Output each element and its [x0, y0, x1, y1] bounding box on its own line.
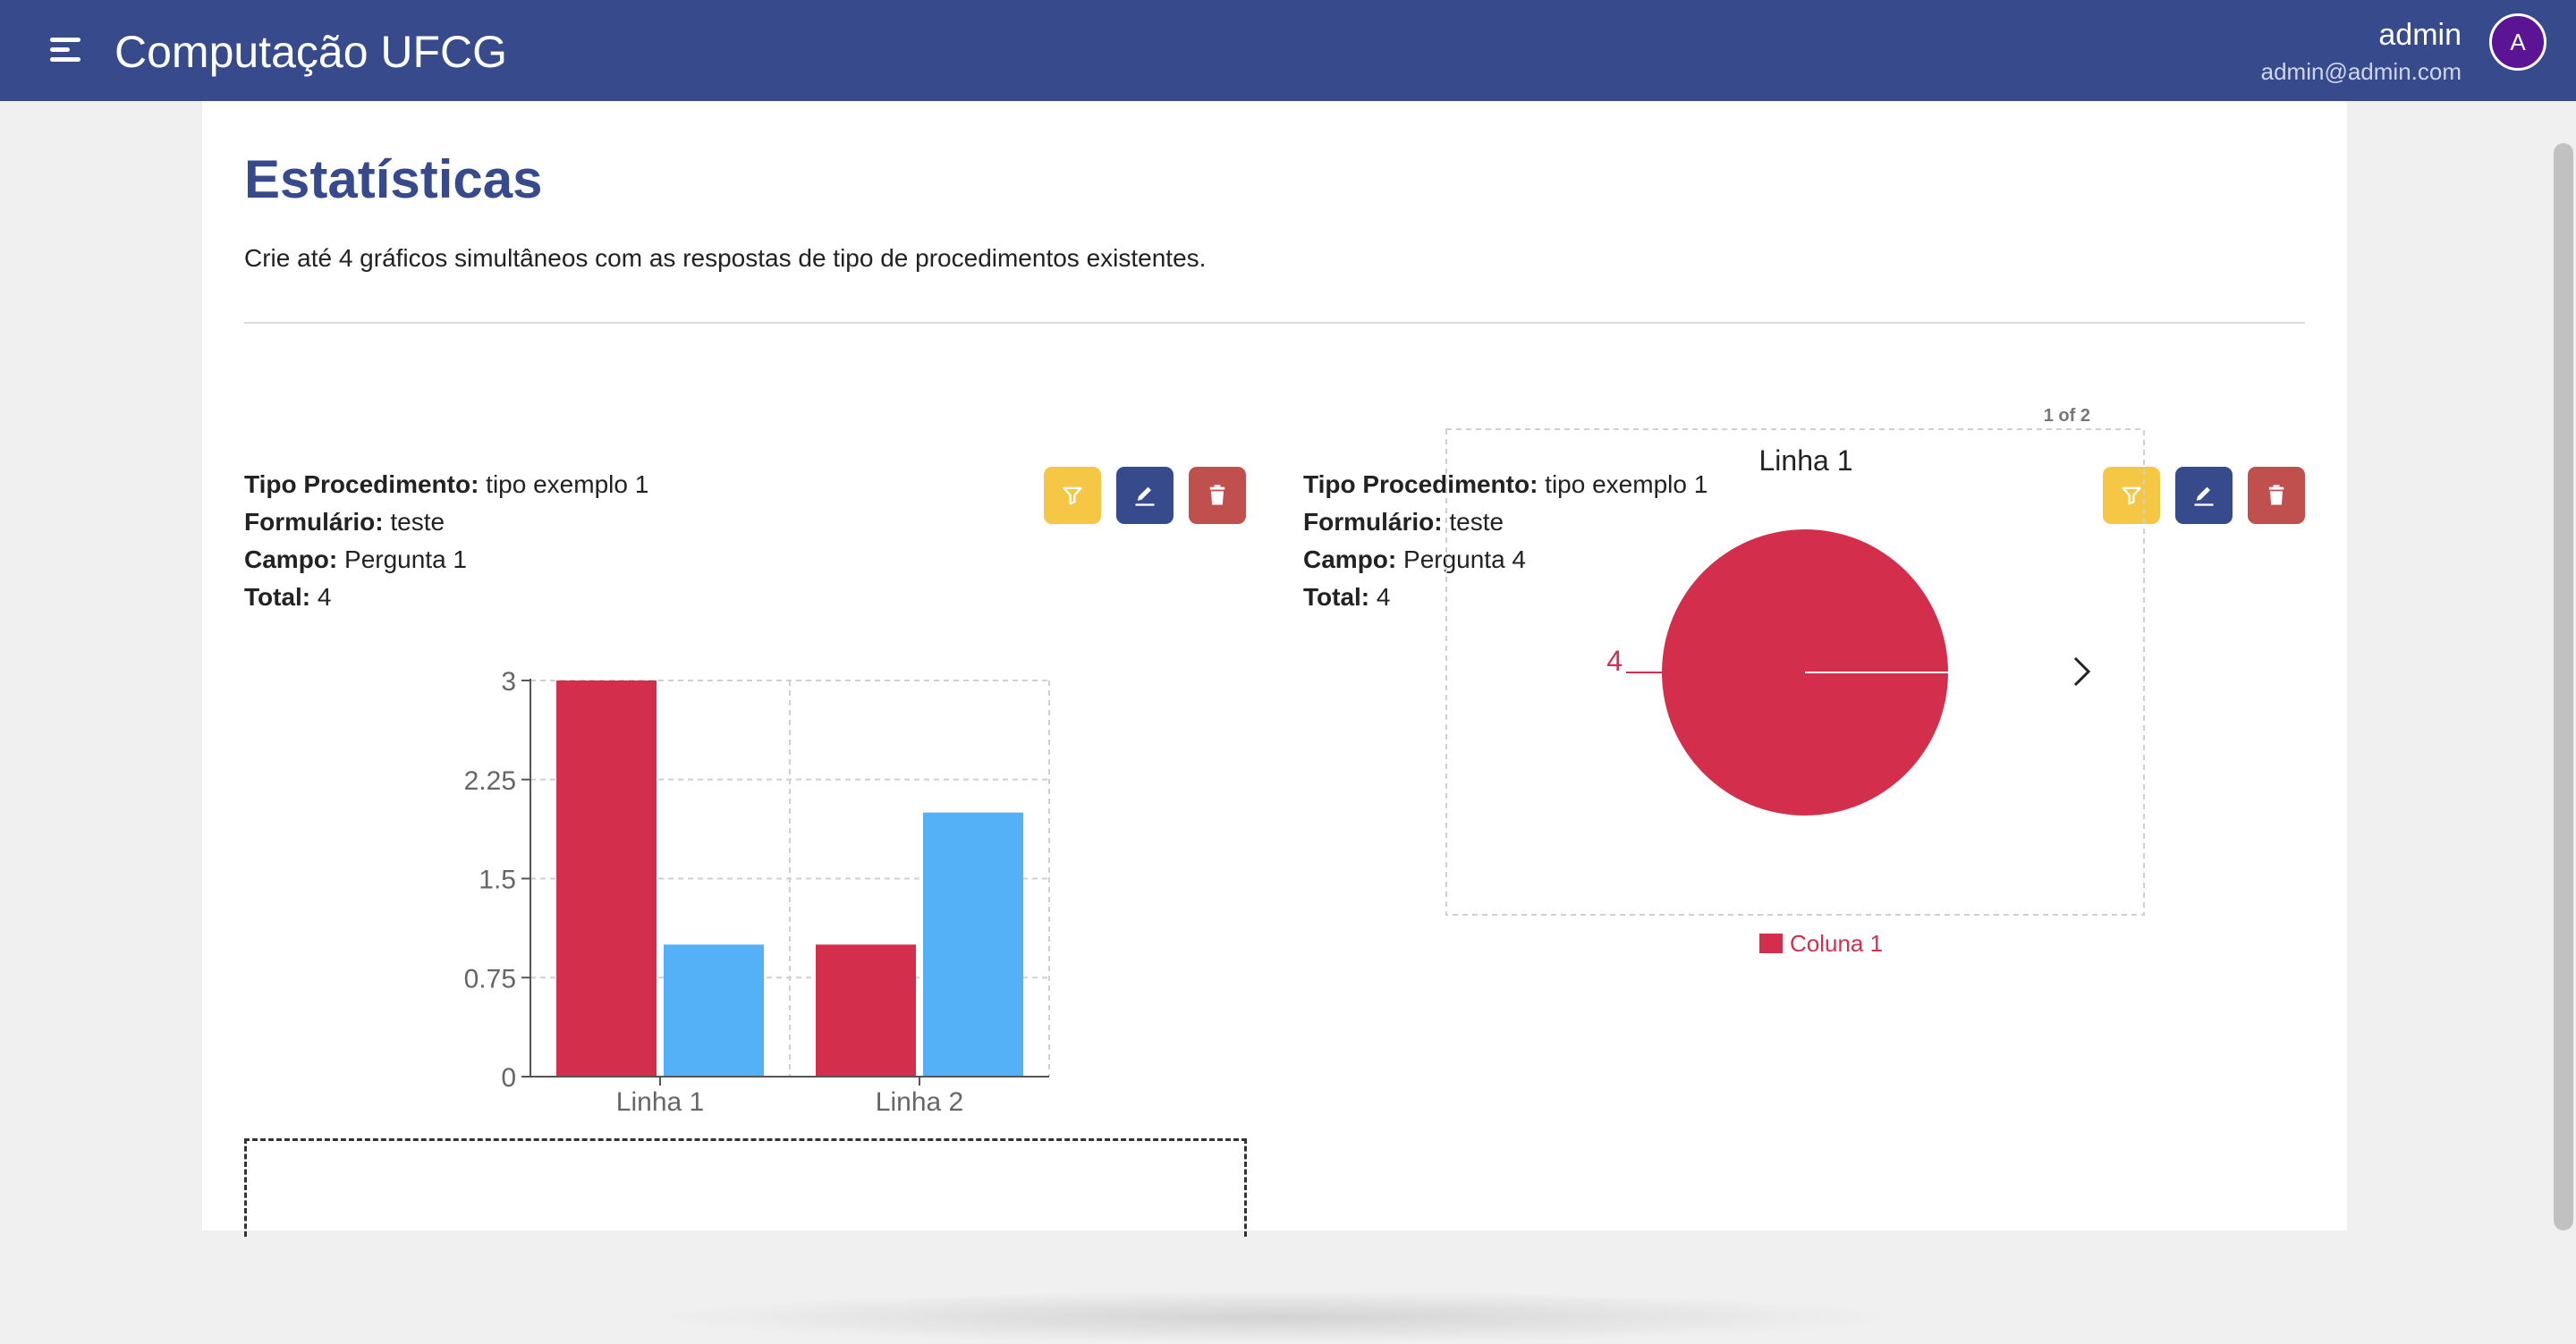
scrollbar[interactable]	[2554, 143, 2573, 1230]
y-tick-label: 2.25	[464, 766, 516, 796]
chevron-right-icon[interactable]	[2073, 656, 2091, 687]
main-card: Estatísticas Crie até 4 gráficos simultâ…	[202, 101, 2347, 1344]
bar	[923, 812, 1023, 1077]
user-name: admin	[2378, 18, 2462, 52]
user-email: admin@admin.com	[2260, 58, 2462, 85]
page-description: Crie até 4 gráficos simultâneos com as r…	[244, 244, 1207, 272]
divider	[244, 322, 2305, 324]
legend-swatch	[1759, 934, 1783, 953]
app-header: Computação UFCG admin admin@admin.com A	[0, 0, 2576, 101]
x-tick-label: Linha 2	[876, 1087, 963, 1112]
y-tick-label: 0.75	[464, 964, 516, 993]
empty-chart-slot[interactable]	[244, 1138, 1247, 1237]
y-tick-label: 1.5	[479, 866, 516, 895]
y-tick-label: 3	[501, 667, 516, 697]
app-title: Computação UFCG	[114, 27, 508, 77]
avatar[interactable]: A	[2489, 13, 2546, 71]
pager-text: 1 of 2	[2044, 406, 2090, 426]
bar	[816, 944, 916, 1077]
chart-panel-2: Tipo Procedimento: tipo exemplo 1 Formul…	[1303, 361, 2306, 1112]
pie-chart: Linha 1 1 of 2 4 Coluna 1	[1445, 406, 2145, 957]
chart-panel-1: Tipo Procedimento: tipo exemplo 1 Formul…	[244, 361, 1247, 1112]
bar	[664, 944, 764, 1077]
bottom-shadow	[649, 1290, 1902, 1344]
pie-title: Linha 1	[1759, 444, 1853, 477]
menu-icon[interactable]	[45, 32, 86, 68]
page-title: Estatísticas	[244, 149, 543, 209]
y-tick-label: 0	[501, 1063, 516, 1093]
legend-label: Coluna 1	[599, 1108, 714, 1112]
bar-chart: Linha 1Linha 200.751.52.253Coluna 1Colun…	[464, 667, 1050, 1112]
legend-label: Coluna 2	[774, 1108, 888, 1112]
data-label: 4	[1606, 645, 1623, 677]
legend-label: Coluna 1	[1790, 930, 1883, 957]
bar	[556, 680, 657, 1077]
